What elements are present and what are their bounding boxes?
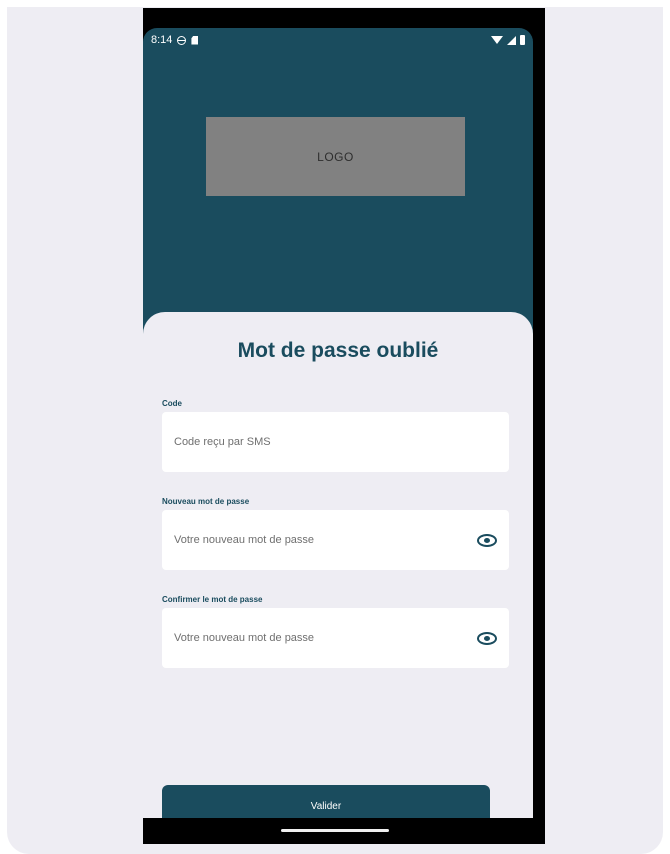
app-screen: 8:14 LOGO Mot de passe oublié Code Code … xyxy=(143,28,533,824)
sim-card-icon xyxy=(191,35,199,45)
status-right xyxy=(491,35,525,45)
new-password-field[interactable]: Votre nouveau mot de passe xyxy=(162,510,509,570)
code-label: Code xyxy=(162,399,182,408)
new-password-label: Nouveau mot de passe xyxy=(162,497,250,506)
home-indicator[interactable] xyxy=(281,829,389,832)
logo-placeholder: LOGO xyxy=(206,117,465,196)
form-sheet: Mot de passe oublié Code Code reçu par S… xyxy=(143,312,533,824)
confirm-password-field[interactable]: Votre nouveau mot de passe xyxy=(162,608,509,668)
navigation-bar xyxy=(143,818,545,844)
eye-icon[interactable] xyxy=(477,631,497,645)
eye-icon[interactable] xyxy=(477,533,497,547)
code-field-placeholder: Code reçu par SMS xyxy=(174,436,271,448)
new-password-placeholder: Votre nouveau mot de passe xyxy=(174,534,315,546)
confirm-password-label: Confirmer le mot de passe xyxy=(162,595,263,604)
status-bar: 8:14 xyxy=(143,28,533,52)
phone-frame: 8:14 LOGO Mot de passe oublié Code Code … xyxy=(143,8,545,844)
logo-text: LOGO xyxy=(317,149,354,164)
status-left: 8:14 xyxy=(151,34,199,46)
page-title: Mot de passe oublié xyxy=(237,339,439,362)
code-field[interactable]: Code reçu par SMS xyxy=(162,412,509,472)
signal-icon xyxy=(507,35,516,45)
confirm-password-placeholder: Votre nouveau mot de passe xyxy=(174,632,315,644)
wifi-icon xyxy=(491,36,503,44)
battery-icon xyxy=(520,35,525,45)
globe-icon xyxy=(177,35,187,45)
status-time: 8:14 xyxy=(151,34,173,46)
